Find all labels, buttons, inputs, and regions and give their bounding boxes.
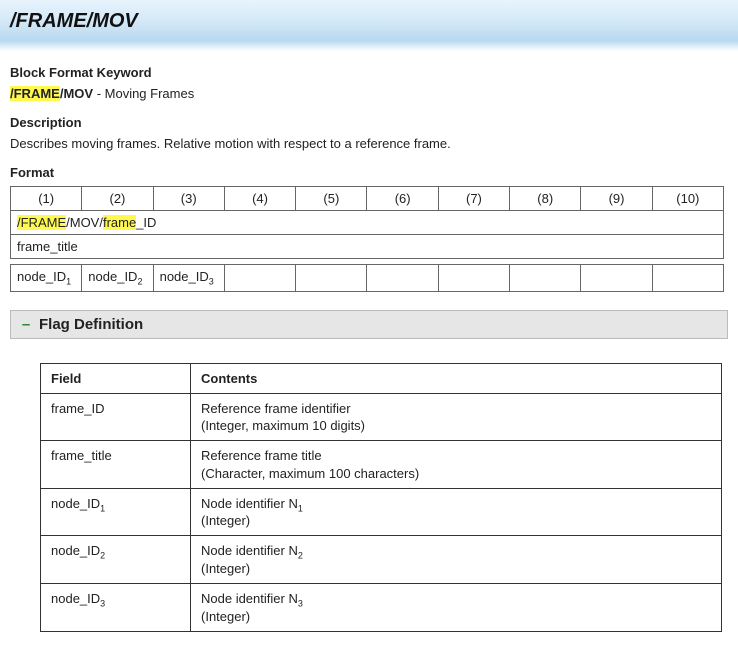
content-area: Block Format Keyword /FRAME/MOV - Moving… xyxy=(0,65,738,642)
definition-field: node_ID2 xyxy=(41,536,191,584)
page-header: /FRAME/MOV xyxy=(0,0,738,51)
format-row-3-c1: node_ID1 xyxy=(11,265,82,292)
definition-field: node_ID3 xyxy=(41,583,191,631)
format-row-2-cell: frame_title xyxy=(11,235,724,259)
definition-row: node_ID2 Node identifier N2(Integer) xyxy=(41,536,722,584)
flag-definition-bar[interactable]: – Flag Definition xyxy=(10,310,728,339)
keyword-plain: /MOV xyxy=(60,86,93,101)
definition-field: node_ID1 xyxy=(41,488,191,536)
format-label: Format xyxy=(10,165,728,180)
definition-field: frame_ID xyxy=(41,393,191,441)
format-col-5: (5) xyxy=(296,187,367,211)
format-col-7: (7) xyxy=(438,187,509,211)
page-title: /FRAME/MOV xyxy=(10,10,728,33)
format-row-3-c2: node_ID2 xyxy=(82,265,153,292)
format-col-1: (1) xyxy=(11,187,82,211)
format-col-10: (10) xyxy=(652,187,723,211)
definition-header-field: Field xyxy=(41,363,191,393)
definition-field: frame_title xyxy=(41,441,191,489)
definition-row: frame_title Reference frame title(Charac… xyxy=(41,441,722,489)
format-header-row: (1) (2) (3) (4) (5) (6) (7) (8) (9) (10) xyxy=(11,187,724,211)
definition-contents: Node identifier N1(Integer) xyxy=(191,488,722,536)
definition-row: frame_ID Reference frame identifier(Inte… xyxy=(41,393,722,441)
format-col-3: (3) xyxy=(153,187,224,211)
definition-row: node_ID3 Node identifier N3(Integer) xyxy=(41,583,722,631)
definition-row: node_ID1 Node identifier N1(Integer) xyxy=(41,488,722,536)
keyword-line: /FRAME/MOV - Moving Frames xyxy=(10,86,728,101)
keyword-desc: - Moving Frames xyxy=(93,86,194,101)
format-row-3-c3: node_ID3 xyxy=(153,265,224,292)
format-row-1: /FRAME/MOV/frame_ID xyxy=(11,211,724,235)
block-format-keyword-label: Block Format Keyword xyxy=(10,65,728,80)
definition-table: Field Contents frame_ID Reference frame … xyxy=(40,363,722,632)
collapse-icon[interactable]: – xyxy=(19,316,33,333)
format-col-4: (4) xyxy=(224,187,295,211)
format-row-3: node_ID1 node_ID2 node_ID3 xyxy=(11,265,724,292)
definition-contents: Reference frame identifier(Integer, maxi… xyxy=(191,393,722,441)
format-table: (1) (2) (3) (4) (5) (6) (7) (8) (9) (10)… xyxy=(10,186,724,292)
flag-definition-title: Flag Definition xyxy=(39,316,143,333)
definition-contents: Node identifier N2(Integer) xyxy=(191,536,722,584)
definition-contents: Node identifier N3(Integer) xyxy=(191,583,722,631)
definition-contents: Reference frame title(Character, maximum… xyxy=(191,441,722,489)
keyword-highlight-1: /FRAME xyxy=(10,86,60,101)
definition-header-contents: Contents xyxy=(191,363,722,393)
format-row-2: frame_title xyxy=(11,235,724,259)
definition-header-row: Field Contents xyxy=(41,363,722,393)
format-col-6: (6) xyxy=(367,187,438,211)
description-label: Description xyxy=(10,115,728,130)
format-col-8: (8) xyxy=(510,187,581,211)
format-col-9: (9) xyxy=(581,187,652,211)
description-text: Describes moving frames. Relative motion… xyxy=(10,136,728,151)
format-col-2: (2) xyxy=(82,187,153,211)
format-row-1-cell: /FRAME/MOV/frame_ID xyxy=(11,211,724,235)
